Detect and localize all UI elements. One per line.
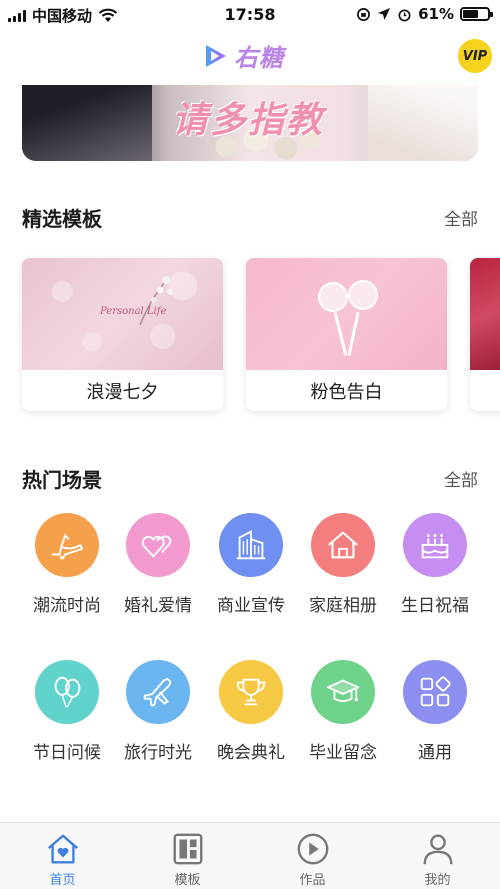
scene-travel[interactable]: 旅行时光 xyxy=(113,660,203,763)
scene-birthday[interactable]: 生日祝福 xyxy=(390,513,480,616)
scene-label: 商业宣传 xyxy=(217,596,285,616)
scene-label: 家庭相册 xyxy=(309,596,377,616)
user-icon xyxy=(423,834,452,865)
battery-percent: 61% xyxy=(418,5,454,23)
app-logo: 右糖 xyxy=(202,38,284,73)
template-card-partial[interactable] xyxy=(470,258,500,411)
scenes-section-header: 热门场景 全部 xyxy=(22,463,478,493)
flower-branch-icon xyxy=(139,276,173,326)
scene-icon-circle xyxy=(403,660,467,724)
battery-icon xyxy=(460,7,493,21)
tab-templates[interactable]: 模板 xyxy=(125,823,250,889)
banner-bride-image xyxy=(368,85,478,161)
banner[interactable]: 请多指教 xyxy=(22,85,478,161)
scene-icon-circle xyxy=(219,660,283,724)
scene-festival[interactable]: 节日问候 xyxy=(22,660,112,763)
scene-fashion[interactable]: 潮流时尚 xyxy=(22,513,112,616)
tab-profile[interactable]: 我的 xyxy=(375,823,500,889)
lollipop-icon xyxy=(318,282,348,312)
featured-section-title: 精选模板 xyxy=(22,206,102,231)
alarm-icon xyxy=(398,8,411,21)
scene-label: 节日问候 xyxy=(33,743,101,763)
tab-works[interactable]: 作品 xyxy=(250,823,375,889)
cake-icon xyxy=(421,534,449,559)
high-heel-icon xyxy=(51,533,84,560)
scenes-section-title: 热门场景 xyxy=(22,467,102,492)
scene-icon-circle xyxy=(219,513,283,577)
template-thumb-text: Personal Life xyxy=(100,306,167,317)
building-icon xyxy=(236,530,266,560)
trophy-icon xyxy=(236,678,266,706)
house-icon xyxy=(328,531,358,559)
template-label: 浪漫七夕 xyxy=(86,381,159,403)
scene-gala[interactable]: 晚会典礼 xyxy=(206,660,296,763)
featured-see-all-link[interactable]: 全部 xyxy=(444,205,478,230)
tab-label: 模板 xyxy=(174,873,201,888)
template-icon xyxy=(173,833,202,865)
logo-text: 右糖 xyxy=(234,43,284,72)
scene-label: 婚礼爱情 xyxy=(124,596,192,616)
template-label: 粉色告白 xyxy=(310,381,383,403)
scene-icon-circle xyxy=(126,513,190,577)
tab-label: 作品 xyxy=(299,873,326,888)
scene-label: 潮流时尚 xyxy=(33,596,101,616)
scene-label: 旅行时光 xyxy=(124,743,192,763)
scene-label: 通用 xyxy=(418,743,452,763)
home-icon xyxy=(47,834,78,864)
template-thumbnail: Personal Life xyxy=(22,258,223,370)
scene-family[interactable]: 家庭相册 xyxy=(298,513,388,616)
featured-section-header: 精选模板 全部 xyxy=(22,202,478,232)
scene-graduation[interactable]: 毕业留念 xyxy=(298,660,388,763)
banner-title: 请多指教 xyxy=(172,100,325,141)
rotation-lock-icon xyxy=(357,7,371,21)
template-card-qixi[interactable]: Personal Life 浪漫七夕 xyxy=(22,258,223,411)
scene-wedding[interactable]: 婚礼爱情 xyxy=(113,513,203,616)
template-card-pink-confession[interactable]: 粉色告白 xyxy=(246,258,447,411)
scene-label: 晚会典礼 xyxy=(217,743,285,763)
graduation-cap-icon xyxy=(326,679,360,702)
logo-play-icon xyxy=(206,44,226,67)
scene-icon-circle xyxy=(403,513,467,577)
scene-icon-circle xyxy=(35,513,99,577)
lollipop-icon xyxy=(348,280,378,310)
hearts-icon xyxy=(141,535,172,558)
airplane-icon xyxy=(143,678,172,707)
template-thumbnail xyxy=(470,258,500,370)
vip-button[interactable]: VIP xyxy=(458,39,492,73)
scene-business[interactable]: 商业宣传 xyxy=(206,513,296,616)
scene-label: 生日祝福 xyxy=(401,596,469,616)
app-header: 右糖 VIP xyxy=(0,34,500,78)
location-icon xyxy=(378,8,391,20)
scene-icon-circle xyxy=(35,660,99,724)
balloon-icon xyxy=(54,676,81,708)
banner-groom-image xyxy=(22,85,152,161)
scene-icon-circle xyxy=(311,660,375,724)
play-icon xyxy=(297,833,328,865)
template-thumbnail xyxy=(246,258,447,370)
scene-icon-circle xyxy=(311,513,375,577)
tab-label: 我的 xyxy=(424,873,451,888)
tab-bar: 首页 模板 作品 我的 xyxy=(0,822,500,889)
scene-label: 毕业留念 xyxy=(309,743,377,763)
tab-label: 首页 xyxy=(49,873,76,888)
status-right: 61% xyxy=(356,5,493,23)
scene-general[interactable]: 通用 xyxy=(390,660,480,763)
status-bar: 中国移动 17:58 61% xyxy=(0,0,500,30)
scene-icon-circle xyxy=(126,660,190,724)
tab-home[interactable]: 首页 xyxy=(0,823,125,889)
scenes-see-all-link[interactable]: 全部 xyxy=(444,466,478,491)
grid-icon xyxy=(420,676,451,707)
